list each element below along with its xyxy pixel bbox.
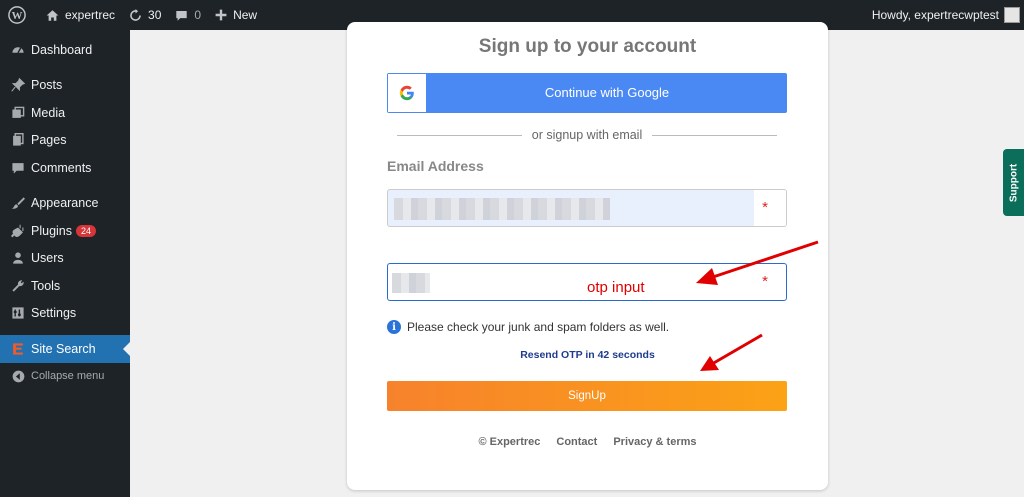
support-tab[interactable]: Support: [1003, 149, 1024, 216]
arrow-to-otp-input: [696, 240, 819, 285]
support-label: Support: [1008, 163, 1019, 202]
annotation-arrows: [696, 240, 819, 371]
arrow-to-resend: [700, 333, 763, 371]
